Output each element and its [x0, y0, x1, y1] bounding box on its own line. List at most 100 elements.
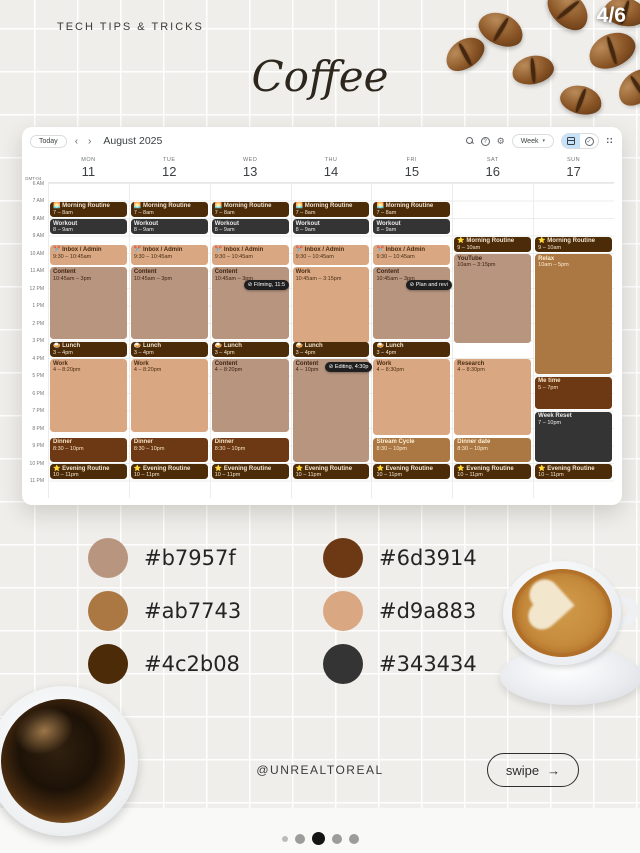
task-chip[interactable]: ⊘ Plan and revi — [406, 280, 452, 290]
day-header[interactable]: SAT16 — [452, 155, 533, 182]
calendar-event[interactable]: Workout8 – 9am — [373, 219, 450, 234]
event-title: 🌅 Morning Routine — [376, 203, 447, 210]
calendar-event[interactable]: ✂️ Inbox / Admin9:30 – 10:45am — [131, 245, 208, 264]
calendar-event[interactable]: Dinner date8:30 – 10pm — [454, 438, 531, 462]
calendar-event[interactable]: ⭐ Morning Routine9 – 10am — [535, 237, 612, 252]
hour-label: 9 PM — [32, 443, 44, 449]
event-time: 9:30 – 10:45am — [215, 254, 286, 260]
carousel-dot[interactable] — [312, 832, 325, 845]
apps-grid-icon[interactable] — [606, 137, 614, 145]
calendar-event[interactable]: 🍛 Lunch3 – 4pm — [373, 342, 450, 357]
calendar-event[interactable]: Content10:45am – 3pm — [50, 267, 127, 339]
swatch-circle — [88, 644, 128, 684]
calendar-event[interactable]: 🍛 Lunch3 – 4pm — [50, 342, 127, 357]
day-header[interactable]: FRI15 — [371, 155, 452, 182]
calendar-event[interactable]: Content10:45am – 3pm — [131, 267, 208, 339]
calendar-event[interactable]: Workout8 – 9am — [131, 219, 208, 234]
prev-week-button[interactable]: ‹ — [73, 136, 80, 147]
calendar-event[interactable]: ⭐ Evening Routine10 – 11pm — [212, 464, 289, 479]
swatch-hex-code: #6d3914 — [379, 546, 477, 570]
calendar-event[interactable]: Content4 – 10pm — [293, 359, 370, 462]
calendar-event[interactable]: Stream Cycle8:30 – 10pm — [373, 438, 450, 462]
calendar-event[interactable]: Workout8 – 9am — [50, 219, 127, 234]
calendar-event[interactable]: 🍛 Lunch3 – 4pm — [212, 342, 289, 357]
calendar-event[interactable]: Content10:45am – 3pm — [373, 267, 450, 339]
search-icon[interactable] — [466, 137, 474, 145]
help-icon[interactable]: ? — [481, 137, 490, 146]
task-chip[interactable]: ⊘ Editing, 4:30p — [325, 362, 373, 372]
calendar-event[interactable]: 🌅 Morning Routine7 – 8am — [131, 202, 208, 217]
event-title: 🍛 Lunch — [296, 343, 367, 350]
calendar-event[interactable]: ⭐ Morning Routine9 – 10am — [454, 237, 531, 252]
calendar-event[interactable]: Work4 – 8:20pm — [131, 359, 208, 432]
calendar-event[interactable]: Dinner8:30 – 10pm — [212, 438, 289, 462]
calendar-event[interactable]: Workout8 – 9am — [212, 219, 289, 234]
calendar-event[interactable]: 🌅 Morning Routine7 – 8am — [293, 202, 370, 217]
carousel-dot[interactable] — [295, 834, 305, 844]
calendar-event[interactable]: 🌅 Morning Routine7 – 8am — [212, 202, 289, 217]
today-button[interactable]: Today — [30, 135, 67, 148]
event-time: 10:45am – 3pm — [53, 276, 124, 282]
calendar-view-toggle[interactable] — [562, 134, 580, 148]
calendar-event[interactable]: ✂️ Inbox / Admin9:30 – 10:45am — [293, 245, 370, 264]
day-header[interactable]: SUN17 — [533, 155, 614, 182]
calendar-event[interactable]: ✂️ Inbox / Admin9:30 – 10:45am — [212, 245, 289, 264]
calendar-event[interactable]: ⭐ Evening Routine10 – 11pm — [535, 464, 612, 479]
calendar-event[interactable]: Work4 – 8:20pm — [50, 359, 127, 432]
carousel-slide: TECH TIPS & TRICKS 4/6 Coffee Today ‹ › … — [0, 0, 640, 853]
calendar-event[interactable]: ✂️ Inbox / Admin9:30 – 10:45am — [50, 245, 127, 264]
event-title: 🍛 Lunch — [53, 343, 124, 350]
calendar-event[interactable]: ⭐ Evening Routine10 – 11pm — [454, 464, 531, 479]
calendar-event[interactable]: ✂️ Inbox / Admin9:30 – 10:45am — [373, 245, 450, 264]
palette-swatch: #ab7743 — [88, 591, 241, 631]
carousel-dot[interactable] — [282, 836, 288, 842]
hour-label: 8 AM — [33, 216, 44, 222]
calendar-event[interactable]: Me time5 – 7pm — [535, 377, 612, 410]
day-header[interactable]: TUE12 — [129, 155, 210, 182]
swipe-button[interactable]: swipe → — [487, 753, 579, 787]
view-selector-dropdown[interactable]: Week ▾ — [512, 134, 554, 148]
event-time: 4 – 8:20pm — [215, 367, 286, 373]
tasks-view-toggle[interactable]: ✓ — [580, 134, 598, 148]
carousel-dot[interactable] — [332, 834, 342, 844]
calendar-event[interactable]: Workout8 – 9am — [293, 219, 370, 234]
calendar-event[interactable]: 🍛 Lunch3 – 4pm — [131, 342, 208, 357]
day-number: 16 — [452, 164, 533, 179]
calendar-event[interactable]: Research4 – 8:30pm — [454, 359, 531, 435]
hour-label: 3 PM — [32, 338, 44, 344]
event-title: ⭐ Morning Routine — [538, 238, 609, 245]
task-chip[interactable]: ⊘ Filming, 11:5 — [244, 280, 289, 290]
calendar-event[interactable]: YouTube10am – 3:15pm — [454, 254, 531, 343]
calendar-event[interactable]: Content4 – 8:20pm — [212, 359, 289, 432]
calendar-event[interactable]: 🌅 Morning Routine7 – 8am — [50, 202, 127, 217]
palette-swatch: #6d3914 — [323, 538, 477, 578]
calendar-event[interactable]: ⭐ Evening Routine10 – 11pm — [50, 464, 127, 479]
day-number: 13 — [210, 164, 291, 179]
calendar-event[interactable]: ⭐ Evening Routine10 – 11pm — [373, 464, 450, 479]
day-number: 14 — [291, 164, 372, 179]
event-time: 7 – 10pm — [538, 420, 609, 426]
calendar-event[interactable]: 🍛 Lunch3 – 4pm — [293, 342, 370, 357]
calendar-event[interactable]: Content10:45am – 3pm — [212, 267, 289, 339]
day-header-row: MON11TUE12WED13THU14FRI15SAT16SUN17 — [48, 155, 614, 183]
calendar-event[interactable]: ⭐ Evening Routine10 – 11pm — [293, 464, 370, 479]
day-column: 🌅 Morning Routine7 – 8am Workout8 – 9am ✂️… — [371, 183, 452, 498]
calendar-event[interactable]: Week Reset7 – 10pm — [535, 412, 612, 462]
calendar-event[interactable]: 🌅 Morning Routine7 – 8am — [373, 202, 450, 217]
settings-gear-icon[interactable]: ⚙ — [497, 137, 505, 146]
calendar-event[interactable]: ⭐ Evening Routine10 – 11pm — [131, 464, 208, 479]
next-week-button[interactable]: › — [86, 136, 93, 147]
carousel-dot[interactable] — [349, 834, 359, 844]
day-header[interactable]: WED13 — [210, 155, 291, 182]
calendar-event[interactable]: Work4 – 8:30pm — [373, 359, 450, 435]
calendar-event[interactable]: Dinner8:30 – 10pm — [50, 438, 127, 462]
calendar-event[interactable]: Dinner8:30 – 10pm — [131, 438, 208, 462]
day-header[interactable]: THU14 — [291, 155, 372, 182]
day-header[interactable]: MON11 — [48, 155, 129, 182]
event-time: 7 – 8am — [215, 210, 286, 216]
calendar-toolbar: Today ‹ › August 2025 ? ⚙ Week ▾ ✓ — [22, 127, 622, 155]
calendar-event[interactable]: Relax10am – 5pm — [535, 254, 612, 374]
event-title: Relax — [538, 256, 609, 263]
calendar-event[interactable]: Work10:45am – 3:15pm — [293, 267, 370, 343]
coffee-bean-icon — [540, 0, 595, 37]
